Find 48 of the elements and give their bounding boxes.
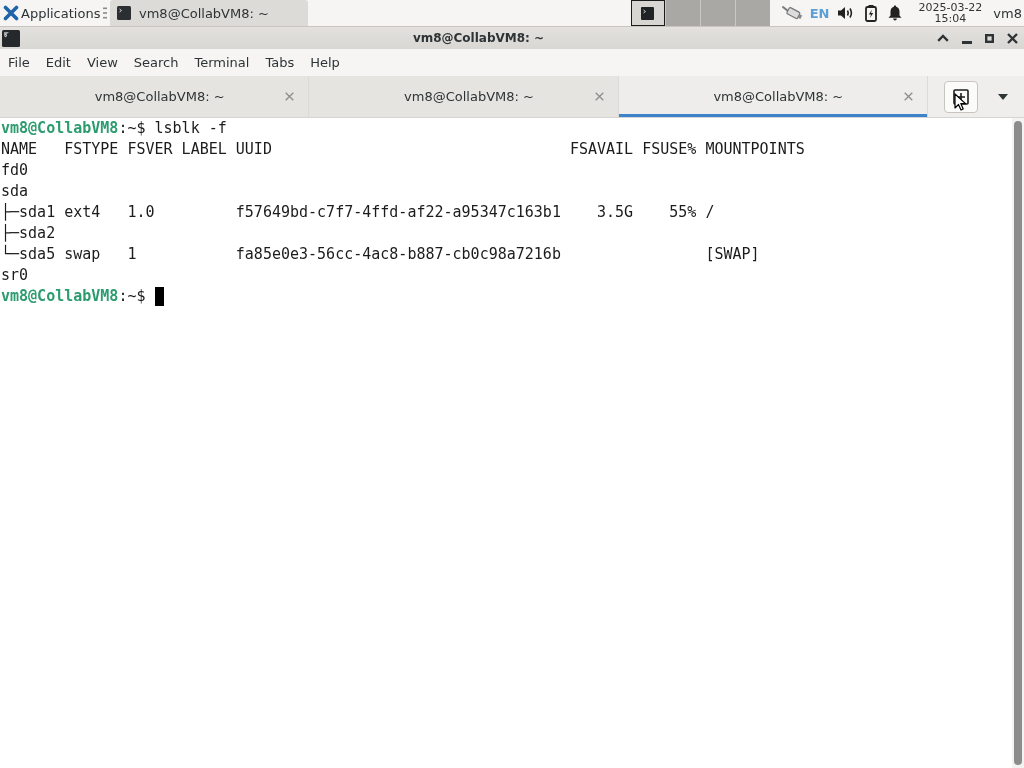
menu-item[interactable]: Terminal xyxy=(186,51,258,74)
maximize-button[interactable] xyxy=(985,31,994,45)
taskbar-window-button[interactable]: vm8@CollabVM8: ~ xyxy=(110,0,308,26)
window-title: vm8@CollabVM8: ~ xyxy=(411,31,546,45)
minimize-icon xyxy=(962,40,972,44)
output-line: NAME FSTYPE FSVER LABEL UUID FSAVAIL FSUSE% MOUNTPOINTS xyxy=(1,139,806,160)
menu-item[interactable]: File xyxy=(0,51,38,74)
maximize-icon xyxy=(985,33,994,43)
menu-item[interactable]: View xyxy=(78,51,126,74)
close-icon[interactable] xyxy=(904,92,913,101)
output-line: ├─sda1 ext4 1.0 f57649bd-c7f7-4ffd-af22-a95347c163b1 3.5G 55% / xyxy=(1,202,716,223)
menu-item[interactable]: Search xyxy=(125,51,187,74)
menu-item[interactable]: Help xyxy=(302,51,348,74)
close-button[interactable] xyxy=(1007,31,1018,45)
prompt-path: :~$ xyxy=(118,286,146,307)
bell-icon[interactable] xyxy=(888,5,903,21)
caret-down-icon xyxy=(998,93,1008,100)
x-logo-icon xyxy=(3,5,19,21)
mouse-pointer-icon xyxy=(954,93,966,111)
prompt-path: :~$ xyxy=(118,118,146,139)
output-line: sr0 xyxy=(1,265,30,286)
battery-charging-icon[interactable] xyxy=(865,4,878,22)
grip-icon xyxy=(103,7,108,19)
tab[interactable]: vm8@CollabVM8: ~ xyxy=(0,76,310,117)
chevron-up-icon xyxy=(937,34,949,42)
output-line: └─sda5 swap 1 fa85e0e3-56cc-4ac8-b887-cb0c98a7216b [SWAP] xyxy=(1,244,761,265)
terminal-icon xyxy=(117,6,131,20)
menu-item[interactable]: Tabs xyxy=(257,51,303,74)
command-text: lsblk -f xyxy=(154,118,227,139)
plus-square-icon xyxy=(953,88,969,105)
user-name[interactable]: vm8 xyxy=(993,5,1022,21)
output-line: ├─sda2 xyxy=(1,223,57,244)
close-icon xyxy=(1007,32,1018,44)
applications-menu-button[interactable]: Applications xyxy=(0,0,108,26)
prompt-user-host: vm8@CollabVM8 xyxy=(1,118,119,139)
output-line: fd0 xyxy=(1,160,30,181)
terminal-icon[interactable] xyxy=(2,29,20,47)
workspace-button[interactable] xyxy=(630,0,665,26)
tab[interactable]: vm8@CollabVM8: ~ xyxy=(309,76,619,117)
clock-time[interactable]: 15:04 xyxy=(934,13,967,24)
speaker-icon[interactable] xyxy=(838,6,855,20)
clock-date[interactable]: 2025-03-22 xyxy=(918,2,983,13)
prompt-user-host: vm8@CollabVM8 xyxy=(1,286,119,307)
close-icon[interactable] xyxy=(594,92,604,101)
menu-item[interactable]: Edit xyxy=(37,51,79,74)
close-icon[interactable] xyxy=(285,92,295,101)
output-line: sda xyxy=(1,181,30,202)
tab[interactable]: vm8@CollabVM8: ~ xyxy=(618,76,928,117)
